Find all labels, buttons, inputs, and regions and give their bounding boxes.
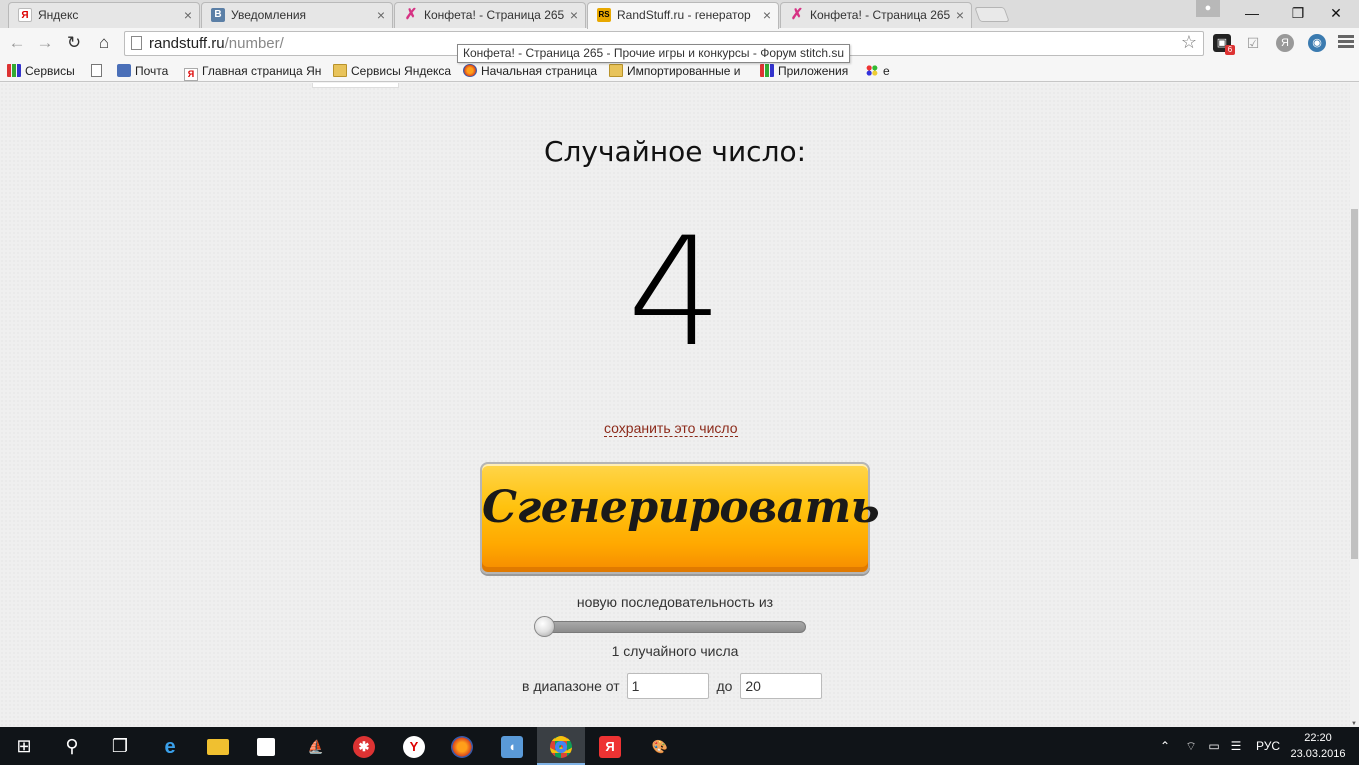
home-icon[interactable]: ⌂ <box>93 32 115 54</box>
range-to-input[interactable] <box>740 673 823 699</box>
user-profile-icon[interactable]: ● <box>1196 0 1220 17</box>
scrollbar-thumb[interactable] <box>1351 209 1358 559</box>
task-view-icon[interactable]: ❐ <box>96 727 144 765</box>
tab-tooltip: Конфета! - Страница 265 - Прочие игры и … <box>457 44 850 63</box>
back-arrow-icon[interactable]: ← <box>6 32 28 54</box>
bookmark-yandex-services[interactable]: Сервисы Яндекса <box>333 62 451 80</box>
count-slider-track[interactable] <box>536 621 806 633</box>
bookmark-document[interactable] <box>91 62 106 80</box>
tab-randstuff[interactable]: RS RandStuff.ru - генератор × <box>587 2 779 29</box>
page-icon <box>131 36 142 50</box>
chrome-icon[interactable] <box>537 727 585 765</box>
battery-icon[interactable]: ▭ <box>1205 727 1223 765</box>
start-icon[interactable]: ⊞ <box>0 727 48 765</box>
tab-title: Уведомления <box>231 8 307 22</box>
language-indicator[interactable]: РУС <box>1254 727 1282 765</box>
randstuff-icon: RS <box>597 8 611 22</box>
tab-strip: Я Яндекс × В Уведомления × ✗ Конфета! - … <box>0 0 1359 29</box>
new-tab-button[interactable] <box>974 7 1010 22</box>
minimize-button[interactable]: — <box>1229 0 1275 26</box>
document-icon <box>91 64 102 77</box>
vk-icon: В <box>211 8 225 22</box>
url-text: randstuff.ru/number/ <box>149 35 284 52</box>
file-explorer-icon[interactable] <box>194 727 242 765</box>
reload-icon[interactable]: ↻ <box>63 32 85 54</box>
yandex-icon: Я <box>18 8 32 22</box>
range-to-label: до <box>716 678 733 694</box>
page-scrollbar[interactable]: ▼ <box>1350 83 1359 727</box>
audio-app-icon[interactable]: ◖ <box>488 727 536 765</box>
tab-konfeta-2[interactable]: ✗ Конфета! - Страница 265 × <box>780 2 972 28</box>
notification-icon[interactable]: ☰ <box>1227 727 1245 765</box>
page-content: Случайное число: 4 сохранить это число С… <box>0 83 1350 727</box>
generate-button[interactable]: Сгенерировать <box>480 462 880 574</box>
wifi-icon[interactable]: ⌔ <box>1182 727 1200 765</box>
bookmark-star-icon[interactable]: ☆ <box>1181 32 1197 53</box>
close-icon[interactable]: × <box>570 3 578 27</box>
yandex-icon: Я <box>184 68 198 81</box>
game-app-icon[interactable]: ✱ <box>340 727 388 765</box>
bookmark-yandex-home[interactable]: Я Главная страница Ян <box>184 62 321 81</box>
yandex-browser-icon[interactable]: Y <box>390 727 438 765</box>
save-number-link[interactable]: сохранить это число <box>604 420 738 437</box>
paint-app-icon[interactable]: 🎨 <box>636 727 684 765</box>
page-header-edge <box>312 83 399 88</box>
bookmark-mail[interactable]: Почта <box>117 62 168 80</box>
menu-icon[interactable] <box>1338 33 1354 51</box>
apps-icon <box>760 64 774 77</box>
close-icon[interactable]: × <box>184 3 192 27</box>
yandex-extension-icon[interactable]: Я <box>1276 34 1294 52</box>
range-row: в диапазоне от до <box>522 673 823 699</box>
tab-konfeta-1[interactable]: ✗ Конфета! - Страница 265 × <box>394 2 586 28</box>
firefox-icon[interactable] <box>438 727 486 765</box>
generate-button-label: Сгенерировать <box>482 482 880 533</box>
yandex-app-icon[interactable]: Я <box>586 727 634 765</box>
windows-taskbar: ⊞ ⚲ ❐ e ⛵ ✱ Y ◖ Я 🎨 ⌃ ⌔ ▭ ☰ РУС 22:20 23… <box>0 727 1359 765</box>
result-label: Случайное число: <box>543 135 807 168</box>
sequence-label: новую последовательность из <box>576 594 774 610</box>
edge-icon[interactable]: e <box>146 727 194 765</box>
dots-icon <box>865 64 879 77</box>
clock-time: 22:20 <box>1304 732 1332 744</box>
extension-icon[interactable]: ▣ 6 <box>1213 34 1235 55</box>
clock[interactable]: 22:20 23.03.2016 <box>1290 730 1346 762</box>
konfeta-icon: ✗ <box>404 6 418 23</box>
sync-extension-icon[interactable]: ◉ <box>1308 34 1326 52</box>
tab-title: Конфета! - Страница 265 <box>424 8 565 22</box>
badge-icon: 6 <box>1225 45 1235 55</box>
random-number: 4 <box>627 206 723 380</box>
search-icon[interactable]: ⚲ <box>48 727 96 765</box>
konfeta-icon: ✗ <box>790 6 804 23</box>
bookmark-e[interactable]: е <box>865 62 890 80</box>
folder-icon <box>609 64 623 77</box>
bookmark-services[interactable]: Сервисы <box>7 62 75 80</box>
apps-icon <box>7 64 21 77</box>
tab-title: Яндекс <box>38 8 79 22</box>
ship-app-icon[interactable]: ⛵ <box>292 727 340 765</box>
forward-arrow-icon[interactable]: → <box>34 32 56 54</box>
range-from-label: в диапазоне от <box>522 678 620 694</box>
tab-notifications[interactable]: В Уведомления × <box>201 2 393 28</box>
close-icon[interactable]: × <box>377 3 385 27</box>
tab-title: Конфета! - Страница 265 <box>810 8 951 22</box>
tray-chevron-icon[interactable]: ⌃ <box>1157 727 1173 765</box>
store-icon[interactable] <box>242 727 290 765</box>
count-label: 1 случайного числа <box>611 643 739 659</box>
firefox-icon <box>463 64 477 77</box>
bookmark-start-page[interactable]: Начальная страница <box>463 62 597 80</box>
bookmark-apps[interactable]: Приложения <box>760 62 848 80</box>
tab-title: RandStuff.ru - генератор <box>617 8 751 22</box>
folder-icon <box>333 64 347 77</box>
count-slider-handle[interactable] <box>534 616 555 637</box>
bookmarks-bar: Сервисы Почта Я Главная страница Ян Серви… <box>0 60 1359 82</box>
range-from-input[interactable] <box>626 673 709 699</box>
close-window-button[interactable]: ✕ <box>1313 0 1359 26</box>
close-icon[interactable]: × <box>763 3 771 27</box>
mail-icon <box>117 64 131 77</box>
clock-date: 23.03.2016 <box>1290 748 1346 760</box>
bookmark-imported[interactable]: Импортированные и <box>609 62 741 80</box>
close-icon[interactable]: × <box>956 3 964 27</box>
tab-yandex[interactable]: Я Яндекс × <box>8 2 200 28</box>
checkbox-extension-icon[interactable]: ☑ <box>1244 34 1262 52</box>
